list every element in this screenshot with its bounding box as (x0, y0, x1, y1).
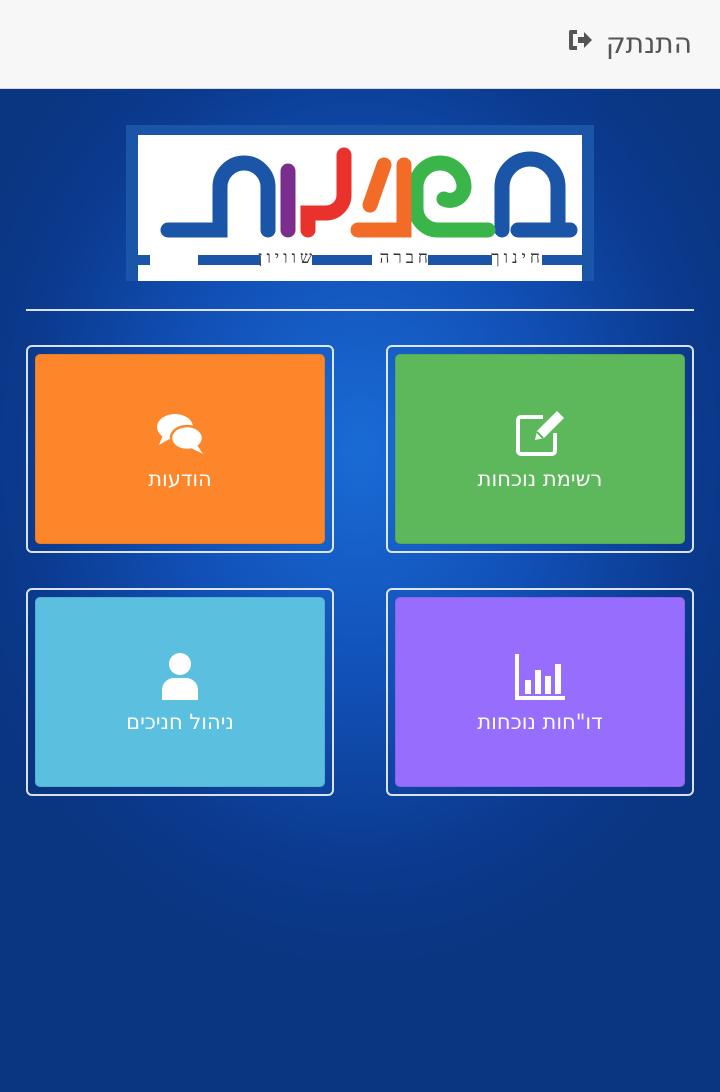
tile-frame-attendance-reports: דו"חות נוכחות (386, 588, 694, 796)
tagline-equality: שוויון (258, 248, 316, 268)
user-icon (153, 650, 207, 704)
attendance-reports-button[interactable]: דו"חות נוכחות (395, 597, 685, 787)
attendance-list-button[interactable]: רשימת נוכחות (395, 354, 685, 544)
tile-frame-students-management: ניהול חניכים (26, 588, 334, 796)
tagline-education: חינוך (491, 248, 544, 268)
messages-button[interactable]: הודעות (35, 354, 325, 544)
sign-out-icon (566, 26, 594, 61)
brand-logo: חינוך חברה שוויון (126, 125, 594, 281)
tagline-society: חברה (379, 248, 432, 268)
tile-frame-messages: הודעות (26, 345, 334, 553)
logo-tagline: חינוך חברה שוויון (138, 247, 582, 273)
divider (26, 309, 694, 311)
attendance-reports-label: דו"חות נוכחות (477, 710, 603, 734)
attendance-list-label: רשימת נוכחות (477, 467, 603, 491)
logout-button[interactable]: התנתק (566, 26, 692, 61)
logout-label: התנתק (605, 27, 692, 60)
messages-label: הודעות (148, 467, 212, 491)
students-management-label: ניהול חניכים (126, 710, 234, 734)
top-bar: התנתק (0, 0, 720, 89)
main-area: חינוך חברה שוויון רשימת נוכחות הודעות דו… (0, 89, 720, 1092)
bar-chart-icon (513, 650, 567, 704)
edit-icon (513, 407, 567, 461)
comments-icon (153, 407, 207, 461)
students-management-button[interactable]: ניהול חניכים (35, 597, 325, 787)
tile-frame-attendance-list: רשימת נוכחות (386, 345, 694, 553)
